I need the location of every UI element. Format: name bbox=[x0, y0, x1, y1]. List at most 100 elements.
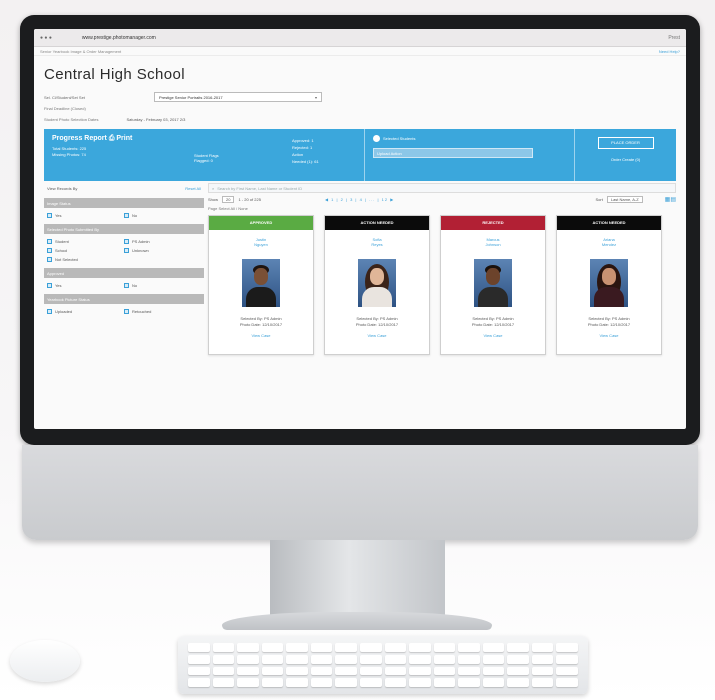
filter-group-title[interactable]: Approved bbox=[44, 268, 204, 278]
portrait-head bbox=[486, 268, 500, 285]
filter-option-label: PS Admin bbox=[132, 239, 150, 244]
filter-checkbox[interactable]: School bbox=[47, 246, 124, 255]
portrait-head bbox=[370, 268, 384, 285]
reset-all-link[interactable]: Reset All bbox=[185, 186, 201, 191]
view-records-label: View Records By bbox=[47, 186, 78, 191]
view-case-link[interactable]: View Case bbox=[441, 333, 545, 338]
filter-options: Student PS Admin School Unknown Not Selected bbox=[44, 234, 204, 264]
chevron-down-icon: ▾ bbox=[314, 94, 317, 100]
place-order-button[interactable]: PLACE ORDER bbox=[597, 137, 654, 149]
action-needed-count: Needed (1): 61 bbox=[292, 159, 319, 164]
status-badge: ACTION NEEDED bbox=[325, 216, 429, 230]
approved-count: Approved: 1 bbox=[292, 138, 314, 143]
student-card[interactable]: ACTION NEEDED Ariana Mendez Selected By: PS… bbox=[556, 215, 662, 355]
keyboard-key bbox=[531, 654, 554, 664]
checkbox-icon bbox=[47, 213, 52, 218]
view-case-link[interactable]: View Case bbox=[557, 333, 661, 338]
grid-view-icon[interactable]: ▦▤ bbox=[665, 196, 676, 203]
search-input[interactable]: Search by First Name, Last Name or Stude… bbox=[217, 186, 302, 191]
student-portrait[interactable] bbox=[474, 259, 512, 307]
sort-select[interactable]: Last Name, A-Z bbox=[606, 196, 643, 203]
student-name-link[interactable]: Marcus Johnson bbox=[441, 237, 545, 247]
page-select-links[interactable]: Page Select All / None bbox=[208, 206, 676, 213]
filter-option-label: Yes bbox=[55, 283, 62, 288]
results-controls: Show 20 1 - 20 of 225 ◀ 1 | 2 | 3 | 4 | … bbox=[208, 193, 676, 206]
keyboard-key bbox=[212, 654, 235, 664]
address-bar[interactable]: www.prestige.photomanager.com bbox=[82, 35, 156, 41]
help-link[interactable]: Need Help? bbox=[659, 49, 680, 54]
upload-action-select[interactable]: Upload Action bbox=[373, 148, 533, 158]
keyboard-key bbox=[359, 678, 382, 687]
filter-checkbox[interactable]: Uploaded bbox=[47, 307, 124, 316]
search-bar[interactable]: ⌕ Search by First Name, Last Name or Stu… bbox=[208, 183, 676, 193]
filter-checkbox[interactable]: No bbox=[124, 281, 201, 290]
print-link[interactable]: Print bbox=[116, 135, 132, 142]
show-select[interactable]: 20 bbox=[222, 196, 235, 203]
selected-students-radio[interactable]: Selected Students bbox=[373, 135, 566, 142]
filter-option-label: No bbox=[132, 213, 138, 218]
student-name-link[interactable]: Sofia Reyes bbox=[325, 237, 429, 247]
student-portrait[interactable] bbox=[590, 259, 628, 307]
filter-group-title[interactable]: Selected Photo Submitted By bbox=[44, 224, 204, 234]
filter-checkbox[interactable]: PS Admin bbox=[124, 237, 201, 246]
location-select[interactable]: Prestige Senior Portraits 2016-2017 ▾ bbox=[154, 92, 322, 102]
student-name-link[interactable]: Justin Nguyen bbox=[209, 237, 313, 247]
filter-options: Uploaded Retouched bbox=[44, 304, 204, 316]
checkbox-icon bbox=[47, 309, 52, 314]
keyboard-key bbox=[482, 654, 505, 664]
view-case-link[interactable]: View Case bbox=[325, 333, 429, 338]
keyboard-key bbox=[384, 654, 407, 664]
keyboard-key bbox=[384, 643, 407, 652]
filter-group-title[interactable]: Yearbook Picture Status bbox=[44, 294, 204, 304]
filter-checkbox[interactable]: Student bbox=[47, 237, 124, 246]
order-create-link[interactable]: Order Create (0) bbox=[583, 157, 668, 162]
deadline-row: Final Deadline (Closed) bbox=[44, 103, 676, 114]
filter-checkbox[interactable]: Retouched bbox=[124, 307, 201, 316]
keyboard-key bbox=[188, 654, 210, 664]
monitor-base bbox=[222, 612, 492, 630]
student-card[interactable]: APPROVED Justin Nguyen Selected By: PS Admi… bbox=[208, 215, 314, 355]
student-card[interactable]: ACTION NEEDED Sofia Reyes Selected By: PS A… bbox=[324, 215, 430, 355]
keyboard-key bbox=[286, 654, 308, 664]
filter-sidebar: View Records By Reset All Image Status Ye… bbox=[44, 183, 204, 355]
last-name: Johnson bbox=[485, 242, 501, 247]
checkbox-icon bbox=[47, 248, 52, 253]
keyboard-key bbox=[359, 666, 382, 676]
order-section: PLACE ORDER Order Create (0) bbox=[574, 129, 676, 181]
filter-checkbox[interactable]: Yes bbox=[47, 281, 124, 290]
site-subtitle: Senior Yearbook Image & Order Management bbox=[40, 48, 122, 54]
radio-icon bbox=[373, 135, 380, 142]
filter-option-label: Student bbox=[55, 239, 69, 244]
progress-title-text: Progress Report bbox=[52, 135, 107, 142]
keyboard-key bbox=[433, 643, 456, 652]
checkbox-icon bbox=[47, 257, 52, 262]
keyboard-key bbox=[310, 643, 333, 652]
browser-window-text: Prest bbox=[668, 34, 680, 41]
filter-checkbox[interactable]: Unknown bbox=[124, 246, 201, 255]
view-case-link[interactable]: View Case bbox=[209, 333, 313, 338]
student-card[interactable]: REJECTED Marcus Johnson Selected By: PS Adm… bbox=[440, 215, 546, 355]
mouse bbox=[10, 640, 80, 682]
print-icon[interactable]: ⎙ bbox=[109, 135, 115, 142]
keyboard-key bbox=[458, 678, 480, 687]
card-info: Selected By: PS Admin Photo Date: 12/10/2… bbox=[325, 316, 429, 328]
filter-group-title[interactable]: Image Status bbox=[44, 198, 204, 208]
monitor-chin bbox=[22, 445, 698, 540]
student-name-link[interactable]: Ariana Mendez bbox=[557, 237, 661, 247]
page-title: Central High School bbox=[44, 66, 186, 83]
keyboard-key bbox=[261, 666, 284, 676]
photo-date: Photo Date: 12/10/2017 bbox=[471, 322, 515, 327]
keyboard-key bbox=[482, 666, 505, 676]
student-portrait[interactable] bbox=[358, 259, 396, 307]
student-portrait[interactable] bbox=[242, 259, 280, 307]
filter-header: View Records By Reset All bbox=[44, 183, 204, 194]
window-controls[interactable]: ● ● ● bbox=[40, 35, 52, 41]
last-name: Mendez bbox=[601, 242, 617, 247]
filter-option-label: Unknown bbox=[132, 248, 149, 253]
filter-checkbox[interactable]: No bbox=[124, 211, 201, 220]
filter-option-label: School bbox=[55, 248, 68, 253]
checkbox-icon bbox=[124, 213, 129, 218]
filter-checkbox[interactable]: Not Selected bbox=[47, 255, 124, 264]
pagination[interactable]: ◀ 1 | 2 | 3 | 4 | ... | 12 ▶ bbox=[325, 197, 394, 202]
filter-checkbox[interactable]: Yes bbox=[47, 211, 124, 220]
